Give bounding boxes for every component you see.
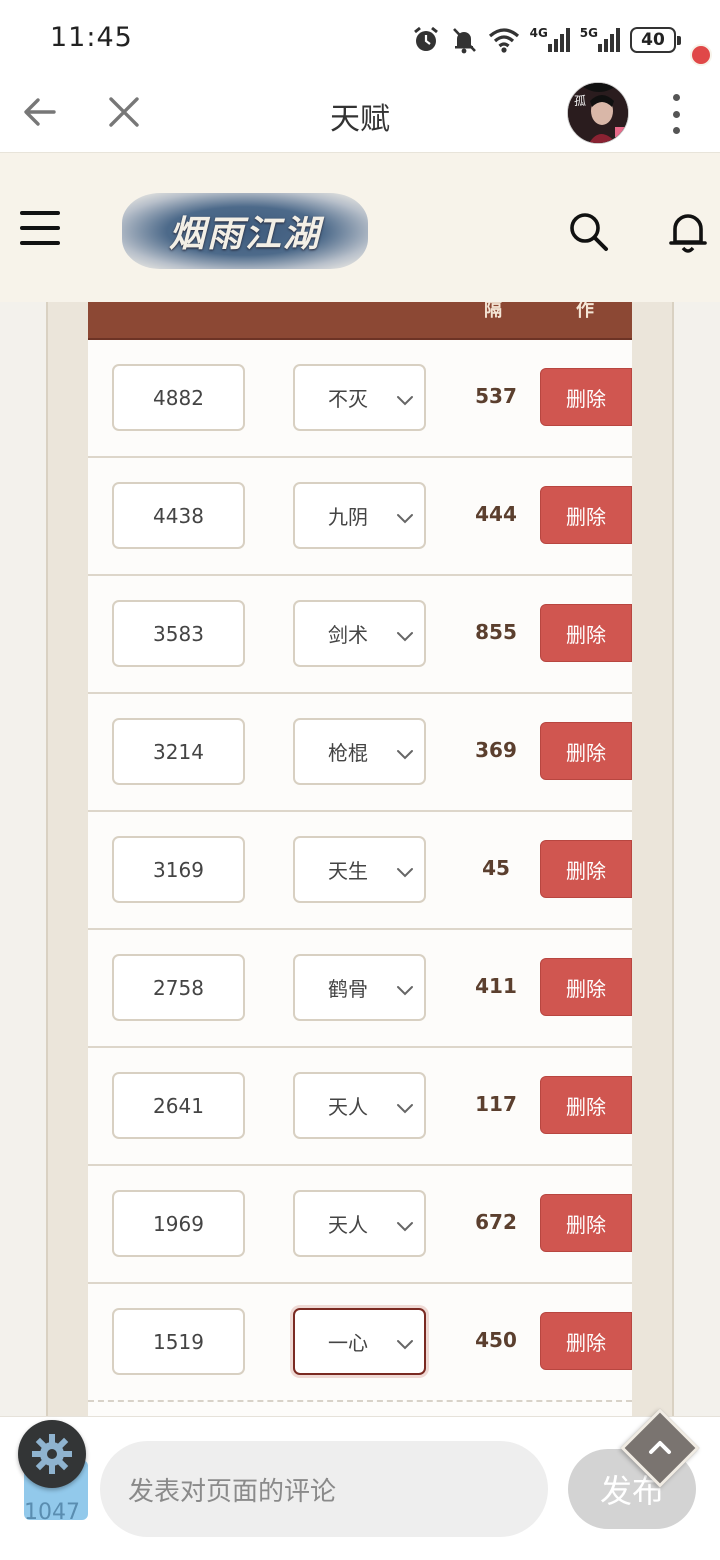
chevron-down-icon [396, 390, 414, 408]
chevron-down-icon [396, 626, 414, 644]
chevron-down-icon [396, 862, 414, 880]
talent-value: 369 [475, 738, 517, 762]
talent-value: 450 [475, 1328, 517, 1352]
table-row: 3169 天生 45 删除 [88, 812, 632, 930]
talent-type-value: 剑术 [328, 623, 368, 647]
search-icon[interactable] [566, 209, 610, 253]
talent-value: 672 [475, 1210, 517, 1234]
delete-button[interactable]: 删除 [540, 604, 632, 662]
notification-dot [690, 44, 712, 66]
notification-bell-icon[interactable] [666, 207, 710, 255]
talent-type-value: 一心 [328, 1331, 368, 1355]
talent-type-value: 不灭 [328, 387, 368, 411]
table-row: 2641 天人 117 删除 [88, 1048, 632, 1166]
talent-id-input[interactable]: 2641 [112, 1072, 245, 1139]
header-cell-partial: 隔 [484, 302, 502, 321]
talent-type-select[interactable]: 不灭 [293, 364, 426, 431]
net-label-4g: 4G [529, 26, 548, 40]
chevron-down-icon [396, 1216, 414, 1234]
wifi-icon [488, 25, 520, 55]
status-icons: 4G 5G 40 [412, 22, 681, 58]
chevron-down-icon [396, 1098, 414, 1116]
chevron-up-icon [649, 1441, 671, 1454]
talent-value: 45 [482, 856, 510, 880]
status-bar: 11:45 4G 5G 40 [0, 0, 720, 76]
counter-text: 1047 [24, 1500, 80, 1525]
talent-id-input[interactable]: 2758 [112, 954, 245, 1021]
comment-bar: 发表对页面的评论 发布 [0, 1416, 720, 1560]
header-cell-action: 作 [576, 302, 594, 321]
talent-type-select[interactable]: 天人 [293, 1190, 426, 1257]
talent-type-value: 天生 [328, 859, 368, 883]
talent-type-select[interactable]: 鹤骨 [293, 954, 426, 1021]
table-header: 隔 作 [88, 302, 632, 340]
more-menu-icon[interactable] [664, 94, 688, 134]
signal-5g-icon: 5G [580, 25, 620, 55]
delete-button[interactable]: 删除 [540, 722, 632, 780]
talent-value: 117 [475, 1092, 517, 1116]
site-header: 烟雨江湖 [0, 152, 720, 302]
comment-input[interactable]: 发表对页面的评论 [100, 1441, 548, 1537]
mute-bell-icon [450, 25, 478, 55]
table-row: 2758 鹤骨 411 删除 [88, 930, 632, 1048]
talent-value: 537 [475, 384, 517, 408]
table-row: 1969 天人 672 删除 [88, 1166, 632, 1284]
hamburger-menu-icon[interactable] [20, 211, 60, 245]
talent-type-select[interactable]: 枪棍 [293, 718, 426, 785]
talent-id-input[interactable]: 3583 [112, 600, 245, 667]
talent-value: 444 [475, 502, 517, 526]
talent-type-select[interactable]: 一心 [293, 1308, 426, 1375]
site-logo[interactable]: 烟雨江湖 [122, 193, 368, 269]
talent-table: 隔 作 4882 不灭 537 删除 4438 九阴 444 删除 3583 剑术 855 删除 321… [88, 302, 632, 1416]
talent-type-select[interactable]: 天人 [293, 1072, 426, 1139]
talent-type-value: 九阴 [328, 505, 368, 529]
browser-toolbar: 天赋 孤 [0, 76, 720, 152]
net-label-5g: 5G [579, 26, 598, 40]
signal-4g-icon: 4G [530, 25, 570, 55]
delete-button[interactable]: 删除 [540, 1312, 632, 1370]
delete-button[interactable]: 删除 [540, 1076, 632, 1134]
site-logo-text: 烟雨江湖 [168, 213, 321, 255]
chevron-down-icon [396, 980, 414, 998]
delete-button[interactable]: 删除 [540, 368, 632, 426]
talent-id-input[interactable]: 1519 [112, 1308, 245, 1375]
svg-text:孤: 孤 [574, 94, 586, 108]
chevron-down-icon [396, 508, 414, 526]
talent-id-input[interactable]: 4882 [112, 364, 245, 431]
table-row: 3583 剑术 855 删除 [88, 576, 632, 694]
table-row: 3214 枪棍 369 删除 [88, 694, 632, 812]
table-row: 1519 一心 450 删除 [88, 1284, 632, 1402]
battery-icon: 40 [630, 27, 681, 53]
talent-type-select[interactable]: 九阴 [293, 482, 426, 549]
talent-type-select[interactable]: 剑术 [293, 600, 426, 667]
table-row: 4438 九阴 444 删除 [88, 458, 632, 576]
avatar[interactable]: 孤 [567, 82, 629, 144]
chevron-down-icon [396, 1334, 414, 1352]
talent-id-input[interactable]: 4438 [112, 482, 245, 549]
talent-type-value: 天人 [328, 1213, 368, 1237]
talent-type-value: 枪棍 [328, 741, 368, 765]
chevron-down-icon [396, 744, 414, 762]
talent-id-input[interactable]: 1969 [112, 1190, 245, 1257]
alarm-icon [412, 25, 440, 55]
talent-value: 411 [475, 974, 517, 998]
delete-button[interactable]: 删除 [540, 840, 632, 898]
status-time: 11:45 [50, 22, 133, 53]
talent-type-select[interactable]: 天生 [293, 836, 426, 903]
delete-button[interactable]: 删除 [540, 1194, 632, 1252]
talent-id-input[interactable]: 3169 [112, 836, 245, 903]
table-row: 4882 不灭 537 删除 [88, 340, 632, 458]
talent-value: 855 [475, 620, 517, 644]
delete-button[interactable]: 删除 [540, 958, 632, 1016]
delete-button[interactable]: 删除 [540, 486, 632, 544]
gear-icon[interactable] [18, 1420, 86, 1488]
talent-id-input[interactable]: 3214 [112, 718, 245, 785]
talent-type-value: 天人 [328, 1095, 368, 1119]
talent-type-value: 鹤骨 [328, 977, 368, 1001]
